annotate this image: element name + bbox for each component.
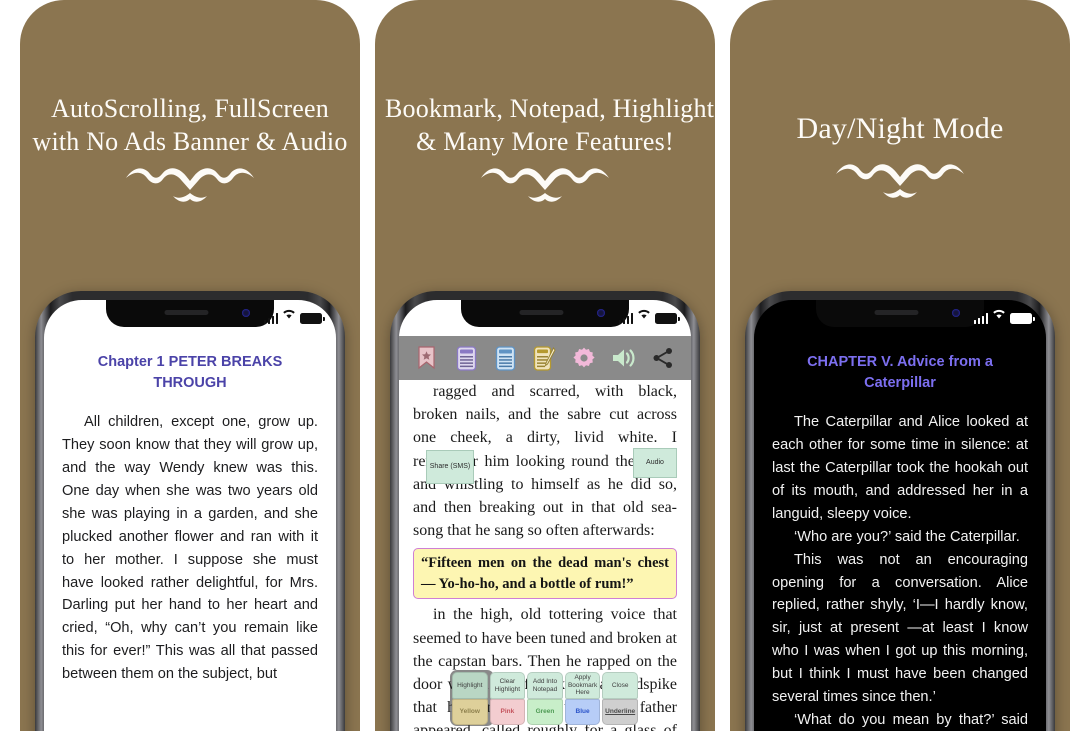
status-bar [618, 306, 680, 324]
reader-view[interactable]: Share (SMS) Audio ragged and scarred, wi… [399, 300, 691, 731]
chapter-title: Chapter 1 PETER BREAKS THROUGH [97, 354, 283, 391]
speaker-grille [874, 310, 919, 315]
panel-headline: AutoScrolling, FullScreen with No Ads Ba… [20, 92, 360, 159]
speaker-grille [519, 310, 564, 315]
phone-notch [106, 300, 274, 327]
phone-mockup: Chapter 1 PETER BREAKS THROUGH All child… [35, 291, 345, 731]
highlight-context-menu: Highlight Clear Highlight Add Into Notep… [450, 670, 638, 726]
reader-view[interactable]: CHAPTER V. Advice from a Caterpillar The… [754, 300, 1046, 731]
front-camera-icon [597, 309, 605, 317]
menu-item-highlight[interactable]: Highlight [452, 672, 488, 699]
battery-icon [1010, 313, 1035, 324]
headline-line-2: & Many More Features! [416, 127, 674, 157]
color-option-yellow[interactable]: Yellow [452, 699, 488, 725]
gear-icon[interactable] [571, 344, 597, 372]
notepad-icon[interactable] [532, 344, 558, 372]
reader-view[interactable]: Chapter 1 PETER BREAKS THROUGH All child… [44, 300, 336, 731]
status-bar [263, 306, 325, 324]
phone-screen: Chapter 1 PETER BREAKS THROUGH All child… [44, 300, 336, 731]
menu-item-clear-highlight[interactable]: Clear Highlight [489, 672, 526, 699]
highlight-menu-colors-row: Yellow Pink Green Blue Underline [452, 699, 638, 725]
headline-line-2: with No Ads Banner & Audio [32, 127, 348, 157]
speaker-grille [164, 310, 209, 315]
phone-notch [816, 300, 984, 327]
color-option-pink[interactable]: Pink [489, 699, 526, 725]
paragraph: This was not an encouraging opening for … [772, 551, 1028, 706]
battery-icon [300, 313, 325, 324]
phone-mockup: Share (SMS) Audio ragged and scarred, wi… [390, 291, 700, 731]
book-list-icon[interactable] [453, 344, 479, 372]
menu-item-close[interactable]: Close [602, 672, 638, 699]
chapter-title: CHAPTER V. Advice from a Caterpillar [807, 354, 993, 391]
headline-line-1: Day/Night Mode [796, 112, 1004, 145]
panel-headline: Bookmark, Notepad, Highlight & Many More… [375, 92, 715, 159]
promo-panel-day-night-mode: Day/Night Mode CHAPTER V. Advice from a … [730, 0, 1070, 731]
phone-mockup: CHAPTER V. Advice from a Caterpillar The… [745, 291, 1055, 731]
wifi-icon [282, 306, 296, 324]
headline-line-1: Bookmark, Notepad, Highlight [385, 94, 715, 123]
wifi-icon [992, 306, 1006, 324]
reader-body-text: All children, except one, grow up. They … [62, 411, 318, 686]
menu-item-apply-bookmark-here[interactable]: Apply Bookmark Here [564, 672, 601, 699]
paragraph: ‘Who are you?’ said the Caterpillar. [794, 528, 1020, 545]
chapter-list-icon[interactable] [493, 344, 519, 372]
highlighted-quote[interactable]: “Fifteen men on the dead man's chest — Y… [413, 548, 677, 600]
front-camera-icon [952, 309, 960, 317]
flourish-divider-ornament [375, 162, 715, 208]
reader-body-text: The Caterpillar and Alice looked at each… [772, 411, 1028, 731]
reader-toolbar [399, 336, 691, 380]
bookmark-icon[interactable] [414, 344, 440, 372]
battery-icon [655, 313, 680, 324]
headline-line-1: AutoScrolling, FullScreen [51, 94, 329, 123]
color-option-blue[interactable]: Blue [564, 699, 601, 725]
paragraph: All children, except one, grow up. They … [62, 414, 318, 683]
phone-screen: CHAPTER V. Advice from a Caterpillar The… [754, 300, 1046, 731]
highlight-menu-actions-row: Highlight Clear Highlight Add Into Notep… [452, 672, 638, 699]
share-sms-button[interactable]: Share (SMS) [426, 450, 474, 484]
phone-screen: Share (SMS) Audio ragged and scarred, wi… [399, 300, 691, 731]
wifi-icon [637, 306, 651, 324]
share-icon[interactable] [650, 344, 676, 372]
flourish-divider-ornament [730, 158, 1070, 204]
signal-bars-icon [973, 313, 988, 324]
paragraph: The Caterpillar and Alice looked at each… [772, 414, 1028, 522]
status-bar [973, 306, 1035, 324]
color-option-underline[interactable]: Underline [602, 699, 638, 725]
front-camera-icon [242, 309, 250, 317]
app-store-screenshot-gallery: AutoScrolling, FullScreen with No Ads Ba… [0, 0, 1080, 731]
signal-bars-icon [618, 313, 633, 324]
signal-bars-icon [263, 313, 278, 324]
phone-notch [461, 300, 629, 327]
panel-headline: Day/Night Mode [730, 110, 1070, 148]
menu-item-add-into-notepad[interactable]: Add Into Notepad [527, 672, 563, 699]
speaker-icon[interactable] [611, 344, 637, 372]
flourish-divider-ornament [20, 162, 360, 208]
audio-button[interactable]: Audio [633, 448, 677, 478]
color-option-green[interactable]: Green [527, 699, 563, 725]
paragraph: ‘What do you mean by that?’ said the Cat… [794, 711, 1028, 728]
promo-panel-autoscrolling: AutoScrolling, FullScreen with No Ads Ba… [20, 0, 360, 731]
promo-panel-bookmark-notepad: Bookmark, Notepad, Highlight & Many More… [375, 0, 715, 731]
